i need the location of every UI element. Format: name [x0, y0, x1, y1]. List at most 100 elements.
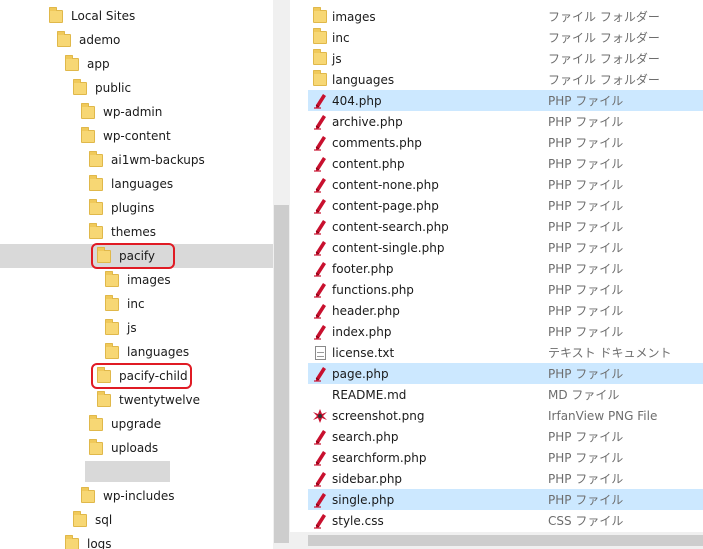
tree-item-languages-pacify[interactable]: languages [0, 340, 273, 364]
file-type: テキスト ドキュメント [548, 346, 672, 360]
list-item[interactable]: content-none.php PHP ファイル [308, 174, 703, 195]
file-list-scrollbar-thumb[interactable] [308, 535, 703, 546]
list-item[interactable]: sidebar.php PHP ファイル [308, 468, 703, 489]
list-item[interactable]: style.css CSS ファイル [308, 510, 703, 531]
list-item[interactable]: searchform.php PHP ファイル [308, 447, 703, 468]
list-item[interactable]: page.php PHP ファイル [308, 363, 703, 384]
folder-icon [89, 174, 103, 191]
file-type: CSS ファイル [548, 514, 624, 528]
php-file-icon [314, 282, 326, 298]
file-type: IrfanView PNG File [548, 408, 658, 423]
list-item[interactable]: 404.php PHP ファイル [308, 90, 703, 111]
tree-item-js[interactable]: js [0, 316, 273, 340]
file-type: ファイル フォルダー [548, 73, 660, 87]
tree-item-sql[interactable]: sql [0, 508, 273, 532]
list-item[interactable]: screenshot.png IrfanView PNG File [308, 405, 703, 426]
tree-item-uploads[interactable]: uploads [0, 436, 273, 460]
list-item[interactable]: license.txt テキスト ドキュメント [308, 342, 703, 363]
list-item[interactable]: comments.php PHP ファイル [308, 132, 703, 153]
folder-icon [105, 318, 119, 335]
file-type: ファイル フォルダー [548, 10, 660, 24]
tree-item-plugins[interactable]: plugins [0, 196, 273, 220]
php-file-icon [314, 324, 326, 340]
file-list[interactable]: images ファイル フォルダー inc ファイル フォルダー js ファイル… [308, 0, 703, 549]
tree-item-label: ademo [79, 33, 121, 47]
list-item[interactable]: inc ファイル フォルダー [308, 27, 703, 48]
list-item[interactable]: content-page.php PHP ファイル [308, 195, 703, 216]
php-file-icon [314, 219, 326, 235]
folder-icon [65, 54, 79, 71]
folder-icon [73, 78, 87, 95]
tree-item-label: inc [127, 297, 145, 311]
list-item[interactable]: index.php PHP ファイル [308, 321, 703, 342]
tree-scrollbar-thumb[interactable] [274, 205, 289, 543]
folder-icon [89, 150, 103, 167]
tree-item-logs[interactable]: logs [0, 532, 273, 549]
tree-item-pacify[interactable]: pacify [0, 244, 273, 268]
file-name: images [332, 9, 376, 24]
tree-item-wp-includes[interactable]: wp-includes [0, 484, 273, 508]
tree-item-app[interactable]: app [0, 52, 273, 76]
list-item[interactable]: content-single.php PHP ファイル [308, 237, 703, 258]
list-item[interactable]: content.php PHP ファイル [308, 153, 703, 174]
list-item[interactable]: footer.php PHP ファイル [308, 258, 703, 279]
list-item[interactable]: README.md MD ファイル [308, 384, 703, 405]
folder-icon [105, 342, 119, 359]
tree-item-inc[interactable]: inc [0, 292, 273, 316]
php-file-icon [314, 429, 326, 445]
tree-item-public[interactable]: public [0, 76, 273, 100]
tree-item-label: public [95, 81, 132, 95]
list-item[interactable]: content-search.php PHP ファイル [308, 216, 703, 237]
list-item[interactable]: header.php PHP ファイル [308, 300, 703, 321]
list-item[interactable]: single.php PHP ファイル [308, 489, 703, 510]
file-type: PHP ファイル [548, 367, 624, 381]
tree-item-pacify-child[interactable]: pacify-child [0, 364, 273, 388]
file-name: comments.php [332, 135, 422, 150]
php-file-icon [314, 156, 326, 172]
file-type: PHP ファイル [548, 199, 624, 213]
folder-icon [89, 414, 103, 431]
tree-item-wp-content[interactable]: wp-content [0, 124, 273, 148]
tree-item-ai1wm-backups[interactable]: ai1wm-backups [0, 148, 273, 172]
file-type: PHP ファイル [548, 325, 624, 339]
file-type: PHP ファイル [548, 451, 624, 465]
file-name: header.php [332, 303, 400, 318]
file-list-horizontal-scrollbar[interactable] [290, 532, 703, 549]
php-file-icon [314, 198, 326, 214]
tree-item-images[interactable]: images [0, 268, 273, 292]
tree-item-local-sites[interactable]: Local Sites [0, 4, 273, 28]
file-name: search.php [332, 429, 399, 444]
php-file-icon [314, 492, 326, 508]
tree-vertical-scrollbar[interactable] [273, 0, 290, 549]
file-name: searchform.php [332, 450, 427, 465]
list-item[interactable]: images ファイル フォルダー [308, 6, 703, 27]
folder-icon [105, 270, 119, 287]
php-file-icon [314, 135, 326, 151]
file-name: license.txt [332, 345, 395, 360]
file-name: footer.php [332, 261, 394, 276]
folder-icon [313, 49, 327, 65]
folder-icon [97, 390, 111, 407]
folder-tree-pane[interactable]: Local Sites ademo app public wp-admin wp… [0, 0, 290, 549]
folder-icon [313, 7, 327, 23]
list-item[interactable]: js ファイル フォルダー [308, 48, 703, 69]
file-type: PHP ファイル [548, 262, 624, 276]
file-type: PHP ファイル [548, 157, 624, 171]
file-name: languages [332, 72, 395, 87]
list-item[interactable]: functions.php PHP ファイル [308, 279, 703, 300]
file-name: sidebar.php [332, 471, 403, 486]
file-type: PHP ファイル [548, 472, 624, 486]
list-item[interactable]: languages ファイル フォルダー [308, 69, 703, 90]
tree-item-upgrade[interactable]: upgrade [0, 412, 273, 436]
irfanview-png-icon [313, 408, 327, 423]
tree-item-languages[interactable]: languages [0, 172, 273, 196]
tree-item-wp-admin[interactable]: wp-admin [0, 100, 273, 124]
list-item[interactable]: archive.php PHP ファイル [308, 111, 703, 132]
list-item[interactable]: search.php PHP ファイル [308, 426, 703, 447]
file-name: content.php [332, 156, 405, 171]
folder-icon [313, 28, 327, 44]
tree-item-twentytwelve[interactable]: twentytwelve [0, 388, 273, 412]
tree-item-themes[interactable]: themes [0, 220, 273, 244]
folder-icon [105, 294, 119, 311]
tree-item-ademo[interactable]: ademo [0, 28, 273, 52]
